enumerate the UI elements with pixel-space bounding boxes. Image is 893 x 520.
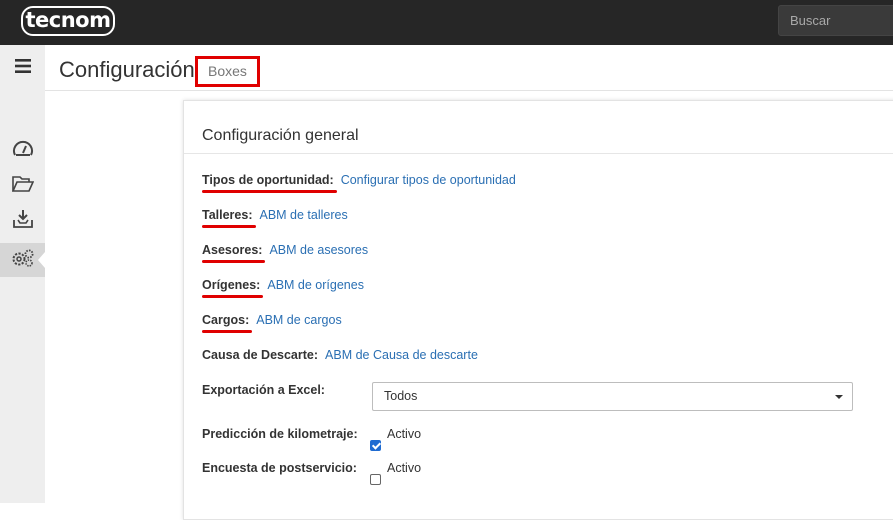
menu-toggle-button[interactable] [0,51,45,85]
advisors-abm-link[interactable]: ABM de asesores [269,243,368,257]
setting-label: Encuesta de postservicio: [202,461,357,475]
sidebar-item-dashboard[interactable] [0,134,45,168]
workshops-abm-link[interactable]: ABM de talleres [260,208,348,222]
positions-abm-link[interactable]: ABM de cargos [256,313,341,327]
setting-row-discard-cause: Causa de Descarte: ABM de Causa de descar… [202,348,478,362]
sidebar [0,45,45,503]
setting-row-excel-export: Exportación a Excel: [202,383,325,397]
setting-label: Cargos: [202,313,250,327]
setting-row-advisors: Asesores: ABM de asesores [202,243,368,257]
setting-row-survey: Encuesta de postservicio: [202,461,357,475]
setting-row-positions: Cargos: ABM de cargos [202,313,342,327]
setting-row-origins: Orígenes: ABM de orígenes [202,278,364,292]
sidebar-item-settings[interactable] [0,243,45,277]
sidebar-item-downloads[interactable] [0,204,45,238]
setting-label: Tipos de oportunidad: [202,173,334,187]
setting-label: Predicción de kilometraje: [202,427,358,441]
setting-row-km-prediction: Predicción de kilometraje: [202,427,358,441]
divider [184,153,893,154]
setting-label: Causa de Descarte: [202,348,319,362]
setting-row-workshops: Talleres: ABM de talleres [202,208,348,222]
caret-down-icon [835,395,843,399]
menu-icon [14,58,31,78]
page-header: Configuración Boxes [45,45,893,91]
search-input[interactable]: Buscar [778,5,893,36]
excel-export-select[interactable]: Todos [372,382,853,411]
setting-label: Exportación a Excel: [202,383,325,397]
config-panel: Configuración general Tipos de oportunid… [183,100,893,520]
setting-label: Talleres: [202,208,253,222]
select-value: Todos [384,389,418,403]
setting-label: Asesores: [202,243,263,257]
setting-row-opportunity-types: Tipos de oportunidad: Configurar tipos de… [202,173,516,187]
setting-label: Orígenes: [202,278,261,292]
km-prediction-checkbox[interactable] [370,440,381,451]
main-content: Configuración general Tipos de oportunid… [45,91,893,520]
folder-open-icon [11,175,34,198]
sidebar-item-folders[interactable] [0,169,45,203]
origins-abm-link[interactable]: ABM de orígenes [267,278,364,292]
checkbox-label: Activo [387,461,422,475]
checkbox-label: Activo [387,427,422,441]
top-bar: tecnom Buscar [0,0,893,45]
dashboard-gauge-icon [12,139,34,164]
panel-title: Configuración general [202,127,359,144]
tecnom-logo[interactable]: tecnom [21,6,115,36]
breadcrumb-subtitle: Boxes [195,56,260,87]
gears-icon [11,248,35,273]
survey-checkbox[interactable] [370,474,381,485]
page-title: Configuración [59,57,195,82]
inbox-download-icon [12,209,34,234]
configure-opportunity-types-link[interactable]: Configurar tipos de oportunidad [341,173,516,187]
discard-cause-abm-link[interactable]: ABM de Causa de descarte [325,348,478,362]
